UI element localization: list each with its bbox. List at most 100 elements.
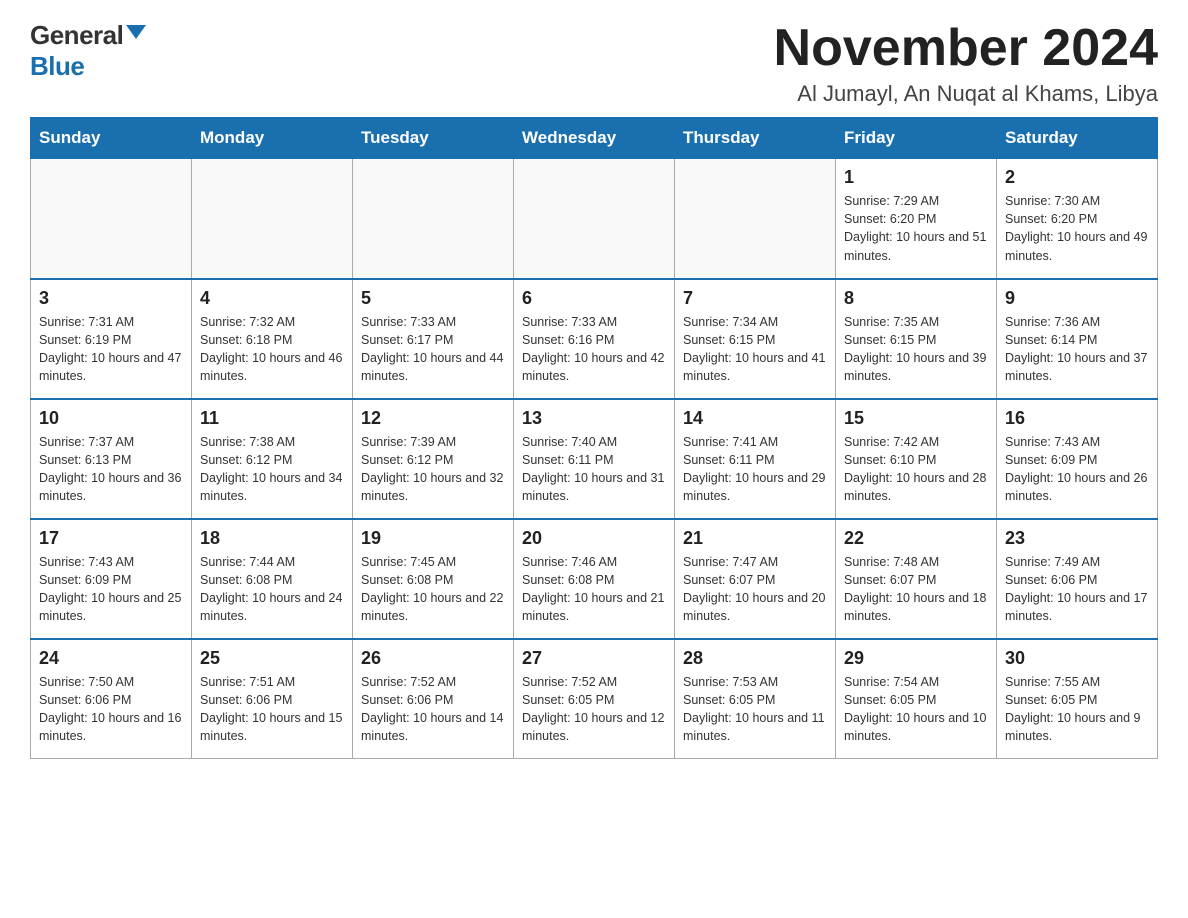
day-number: 23: [1005, 528, 1149, 549]
day-number: 14: [683, 408, 827, 429]
day-info: Sunrise: 7:44 AMSunset: 6:08 PMDaylight:…: [200, 553, 344, 626]
logo: General Blue: [30, 20, 146, 82]
calendar-week-row: 10 Sunrise: 7:37 AMSunset: 6:13 PMDayligh…: [31, 399, 1158, 519]
day-info: Sunrise: 7:32 AMSunset: 6:18 PMDaylight:…: [200, 313, 344, 386]
calendar-cell: 23 Sunrise: 7:49 AMSunset: 6:06 PMDayligh…: [997, 519, 1158, 639]
day-number: 22: [844, 528, 988, 549]
day-info: Sunrise: 7:34 AMSunset: 6:15 PMDaylight:…: [683, 313, 827, 386]
logo-general: General: [30, 20, 123, 51]
weekday-header-saturday: Saturday: [997, 118, 1158, 159]
calendar-cell: 5Sunrise: 7:33 AMSunset: 6:17 PMDaylight…: [353, 279, 514, 399]
day-info: Sunrise: 7:38 AMSunset: 6:12 PMDaylight:…: [200, 433, 344, 506]
day-info: Sunrise: 7:54 AMSunset: 6:05 PMDaylight:…: [844, 673, 988, 746]
page-header: General Blue November 2024 Al Jumayl, An…: [30, 20, 1158, 107]
calendar-table: SundayMondayTuesdayWednesdayThursdayFrid…: [30, 117, 1158, 759]
day-number: 2: [1005, 167, 1149, 188]
calendar-cell: 3 Sunrise: 7:31 AMSunset: 6:19 PMDaylight…: [31, 279, 192, 399]
calendar-cell: 2 Sunrise: 7:30 AMSunset: 6:20 PMDaylight…: [997, 159, 1158, 279]
weekday-header-monday: Monday: [192, 118, 353, 159]
day-number: 5: [361, 288, 505, 309]
day-number: 6: [522, 288, 666, 309]
calendar-cell: 14 Sunrise: 7:41 AMSunset: 6:11 PMDayligh…: [675, 399, 836, 519]
day-number: 8: [844, 288, 988, 309]
calendar-cell: 10 Sunrise: 7:37 AMSunset: 6:13 PMDayligh…: [31, 399, 192, 519]
day-number: 16: [1005, 408, 1149, 429]
day-number: 30: [1005, 648, 1149, 669]
day-info: Sunrise: 7:30 AMSunset: 6:20 PMDaylight:…: [1005, 192, 1149, 265]
calendar-cell: 29Sunrise: 7:54 AMSunset: 6:05 PMDayligh…: [836, 639, 997, 759]
calendar-cell: 21 Sunrise: 7:47 AMSunset: 6:07 PMDayligh…: [675, 519, 836, 639]
day-info: Sunrise: 7:35 AMSunset: 6:15 PMDaylight:…: [844, 313, 988, 386]
logo-blue: Blue: [30, 51, 84, 81]
day-number: 12: [361, 408, 505, 429]
calendar-cell: 19Sunrise: 7:45 AMSunset: 6:08 PMDayligh…: [353, 519, 514, 639]
calendar-cell: 25 Sunrise: 7:51 AMSunset: 6:06 PMDayligh…: [192, 639, 353, 759]
day-number: 11: [200, 408, 344, 429]
day-info: Sunrise: 7:50 AMSunset: 6:06 PMDaylight:…: [39, 673, 183, 746]
day-info: Sunrise: 7:47 AMSunset: 6:07 PMDaylight:…: [683, 553, 827, 626]
day-info: Sunrise: 7:49 AMSunset: 6:06 PMDaylight:…: [1005, 553, 1149, 626]
day-info: Sunrise: 7:51 AMSunset: 6:06 PMDaylight:…: [200, 673, 344, 746]
calendar-cell: 15Sunrise: 7:42 AMSunset: 6:10 PMDayligh…: [836, 399, 997, 519]
day-number: 18: [200, 528, 344, 549]
calendar-cell: 1 Sunrise: 7:29 AMSunset: 6:20 PMDaylight…: [836, 159, 997, 279]
day-info: Sunrise: 7:42 AMSunset: 6:10 PMDaylight:…: [844, 433, 988, 506]
calendar-cell: 16 Sunrise: 7:43 AMSunset: 6:09 PMDayligh…: [997, 399, 1158, 519]
calendar-week-row: 1 Sunrise: 7:29 AMSunset: 6:20 PMDaylight…: [31, 159, 1158, 279]
calendar-cell: [353, 159, 514, 279]
day-number: 24: [39, 648, 183, 669]
calendar-cell: [675, 159, 836, 279]
day-number: 10: [39, 408, 183, 429]
calendar-cell: 18 Sunrise: 7:44 AMSunset: 6:08 PMDayligh…: [192, 519, 353, 639]
calendar-cell: 4 Sunrise: 7:32 AMSunset: 6:18 PMDaylight…: [192, 279, 353, 399]
calendar-cell: 9 Sunrise: 7:36 AMSunset: 6:14 PMDaylight…: [997, 279, 1158, 399]
day-number: 17: [39, 528, 183, 549]
title-section: November 2024 Al Jumayl, An Nuqat al Kha…: [774, 20, 1158, 107]
location-title: Al Jumayl, An Nuqat al Khams, Libya: [774, 81, 1158, 107]
weekday-header-friday: Friday: [836, 118, 997, 159]
calendar-cell: 11 Sunrise: 7:38 AMSunset: 6:12 PMDayligh…: [192, 399, 353, 519]
calendar-cell: 13Sunrise: 7:40 AMSunset: 6:11 PMDayligh…: [514, 399, 675, 519]
calendar-cell: [31, 159, 192, 279]
day-info: Sunrise: 7:48 AMSunset: 6:07 PMDaylight:…: [844, 553, 988, 626]
calendar-week-row: 24 Sunrise: 7:50 AMSunset: 6:06 PMDayligh…: [31, 639, 1158, 759]
day-number: 13: [522, 408, 666, 429]
calendar-cell: 30 Sunrise: 7:55 AMSunset: 6:05 PMDayligh…: [997, 639, 1158, 759]
day-info: Sunrise: 7:45 AMSunset: 6:08 PMDaylight:…: [361, 553, 505, 626]
day-number: 27: [522, 648, 666, 669]
day-info: Sunrise: 7:33 AMSunset: 6:16 PMDaylight:…: [522, 313, 666, 386]
day-info: Sunrise: 7:41 AMSunset: 6:11 PMDaylight:…: [683, 433, 827, 506]
day-info: Sunrise: 7:37 AMSunset: 6:13 PMDaylight:…: [39, 433, 183, 506]
weekday-header-thursday: Thursday: [675, 118, 836, 159]
calendar-header-row: SundayMondayTuesdayWednesdayThursdayFrid…: [31, 118, 1158, 159]
day-info: Sunrise: 7:39 AMSunset: 6:12 PMDaylight:…: [361, 433, 505, 506]
calendar-cell: [192, 159, 353, 279]
calendar-cell: 24 Sunrise: 7:50 AMSunset: 6:06 PMDayligh…: [31, 639, 192, 759]
weekday-header-wednesday: Wednesday: [514, 118, 675, 159]
day-info: Sunrise: 7:36 AMSunset: 6:14 PMDaylight:…: [1005, 313, 1149, 386]
calendar-cell: 7Sunrise: 7:34 AMSunset: 6:15 PMDaylight…: [675, 279, 836, 399]
day-info: Sunrise: 7:52 AMSunset: 6:06 PMDaylight:…: [361, 673, 505, 746]
day-number: 9: [1005, 288, 1149, 309]
day-info: Sunrise: 7:29 AMSunset: 6:20 PMDaylight:…: [844, 192, 988, 265]
calendar-cell: 12 Sunrise: 7:39 AMSunset: 6:12 PMDayligh…: [353, 399, 514, 519]
calendar-cell: 20Sunrise: 7:46 AMSunset: 6:08 PMDayligh…: [514, 519, 675, 639]
day-info: Sunrise: 7:52 AMSunset: 6:05 PMDaylight:…: [522, 673, 666, 746]
day-number: 4: [200, 288, 344, 309]
day-number: 3: [39, 288, 183, 309]
calendar-cell: [514, 159, 675, 279]
calendar-week-row: 17 Sunrise: 7:43 AMSunset: 6:09 PMDayligh…: [31, 519, 1158, 639]
day-info: Sunrise: 7:55 AMSunset: 6:05 PMDaylight:…: [1005, 673, 1149, 746]
day-info: Sunrise: 7:43 AMSunset: 6:09 PMDaylight:…: [1005, 433, 1149, 506]
calendar-cell: 28Sunrise: 7:53 AMSunset: 6:05 PMDayligh…: [675, 639, 836, 759]
calendar-cell: 27 Sunrise: 7:52 AMSunset: 6:05 PMDayligh…: [514, 639, 675, 759]
weekday-header-sunday: Sunday: [31, 118, 192, 159]
calendar-cell: 6 Sunrise: 7:33 AMSunset: 6:16 PMDaylight…: [514, 279, 675, 399]
day-number: 1: [844, 167, 988, 188]
day-number: 21: [683, 528, 827, 549]
day-number: 25: [200, 648, 344, 669]
day-info: Sunrise: 7:43 AMSunset: 6:09 PMDaylight:…: [39, 553, 183, 626]
day-number: 26: [361, 648, 505, 669]
day-info: Sunrise: 7:31 AMSunset: 6:19 PMDaylight:…: [39, 313, 183, 386]
logo-triangle-icon: [126, 25, 146, 39]
